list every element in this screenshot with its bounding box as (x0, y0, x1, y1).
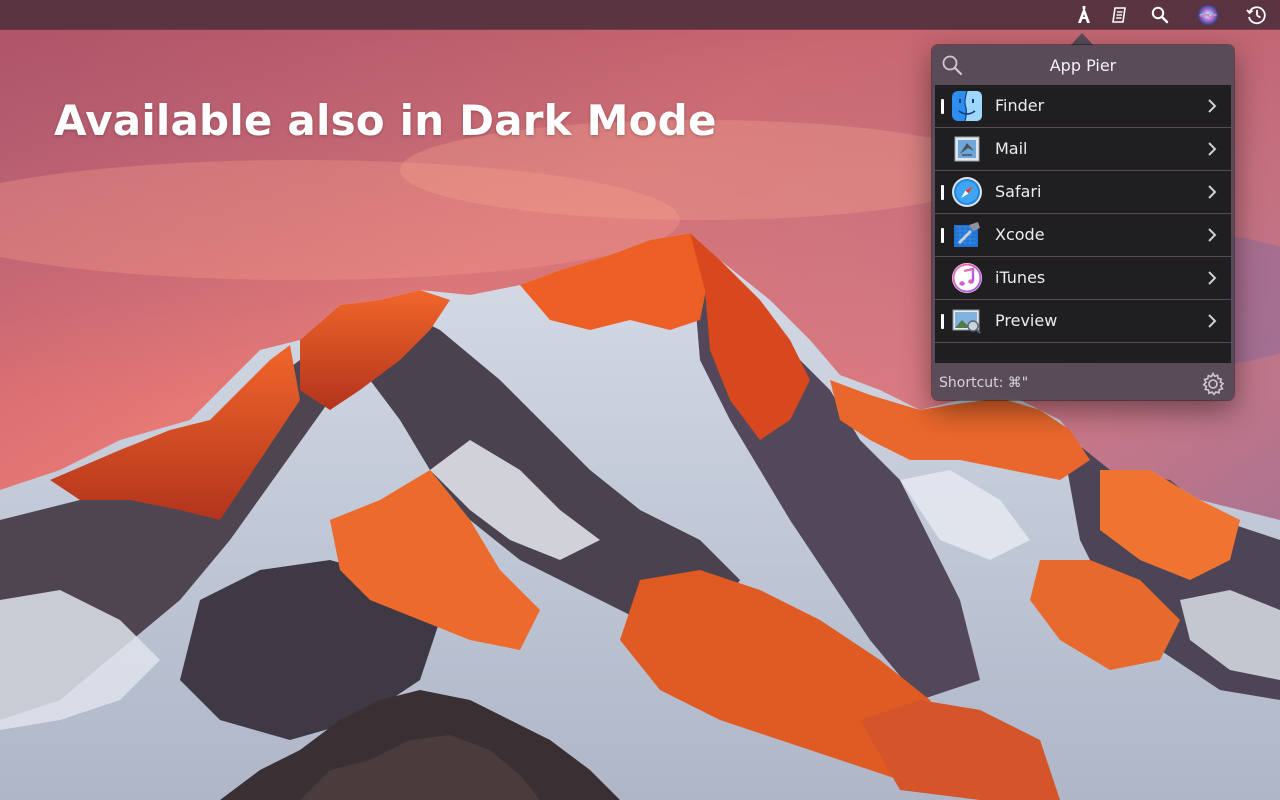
xcode-icon (950, 218, 984, 252)
running-indicator (941, 228, 944, 243)
app-pier-icon[interactable] (1070, 3, 1098, 27)
app-name: iTunes (995, 268, 1046, 287)
app-name: Preview (995, 311, 1058, 330)
app-row-finder[interactable]: Finder (935, 85, 1231, 127)
spotlight-search-icon[interactable] (1146, 3, 1174, 27)
app-row-xcode[interactable]: Xcode (935, 214, 1231, 256)
chevron-right-icon (1208, 271, 1217, 285)
itunes-icon (950, 261, 984, 295)
app-row-mail[interactable]: Mail (935, 128, 1231, 170)
app-name: Xcode (995, 225, 1045, 244)
safari-icon (950, 175, 984, 209)
app-name: Mail (995, 139, 1028, 158)
preview-icon (950, 304, 984, 338)
notes-icon[interactable] (1105, 3, 1133, 27)
chevron-right-icon (1208, 142, 1217, 156)
chevron-right-icon (1208, 314, 1217, 328)
headline: Available also in Dark Mode (54, 96, 717, 145)
popover-title: App Pier (1049, 56, 1117, 75)
running-indicator (941, 99, 944, 114)
app-row-safari[interactable]: Safari (935, 171, 1231, 213)
time-machine-icon[interactable] (1242, 3, 1270, 27)
mail-icon (950, 132, 984, 166)
menu-bar (0, 0, 1280, 29)
popover-header: App Pier (932, 45, 1234, 85)
app-row-itunes[interactable]: iTunes (935, 257, 1231, 299)
chevron-right-icon (1208, 228, 1217, 242)
chevron-right-icon (1208, 185, 1217, 199)
app-name: Safari (995, 182, 1042, 201)
shortcut-label: Shortcut: ⌘" (939, 375, 1029, 391)
gear-icon[interactable] (1200, 371, 1226, 397)
app-pier-popover: App Pier Finder Mail Safari Xcode iTunes… (932, 45, 1234, 400)
empty-list-row (935, 343, 1231, 363)
running-indicator (941, 185, 944, 200)
chevron-right-icon (1208, 99, 1217, 113)
app-row-preview[interactable]: Preview (935, 300, 1231, 342)
popover-footer: Shortcut: ⌘" (932, 367, 1234, 400)
finder-icon (950, 89, 984, 123)
siri-icon[interactable] (1194, 3, 1222, 27)
app-list: Finder Mail Safari Xcode iTunes Preview (935, 85, 1231, 403)
running-indicator (941, 314, 944, 329)
app-name: Finder (995, 96, 1045, 115)
